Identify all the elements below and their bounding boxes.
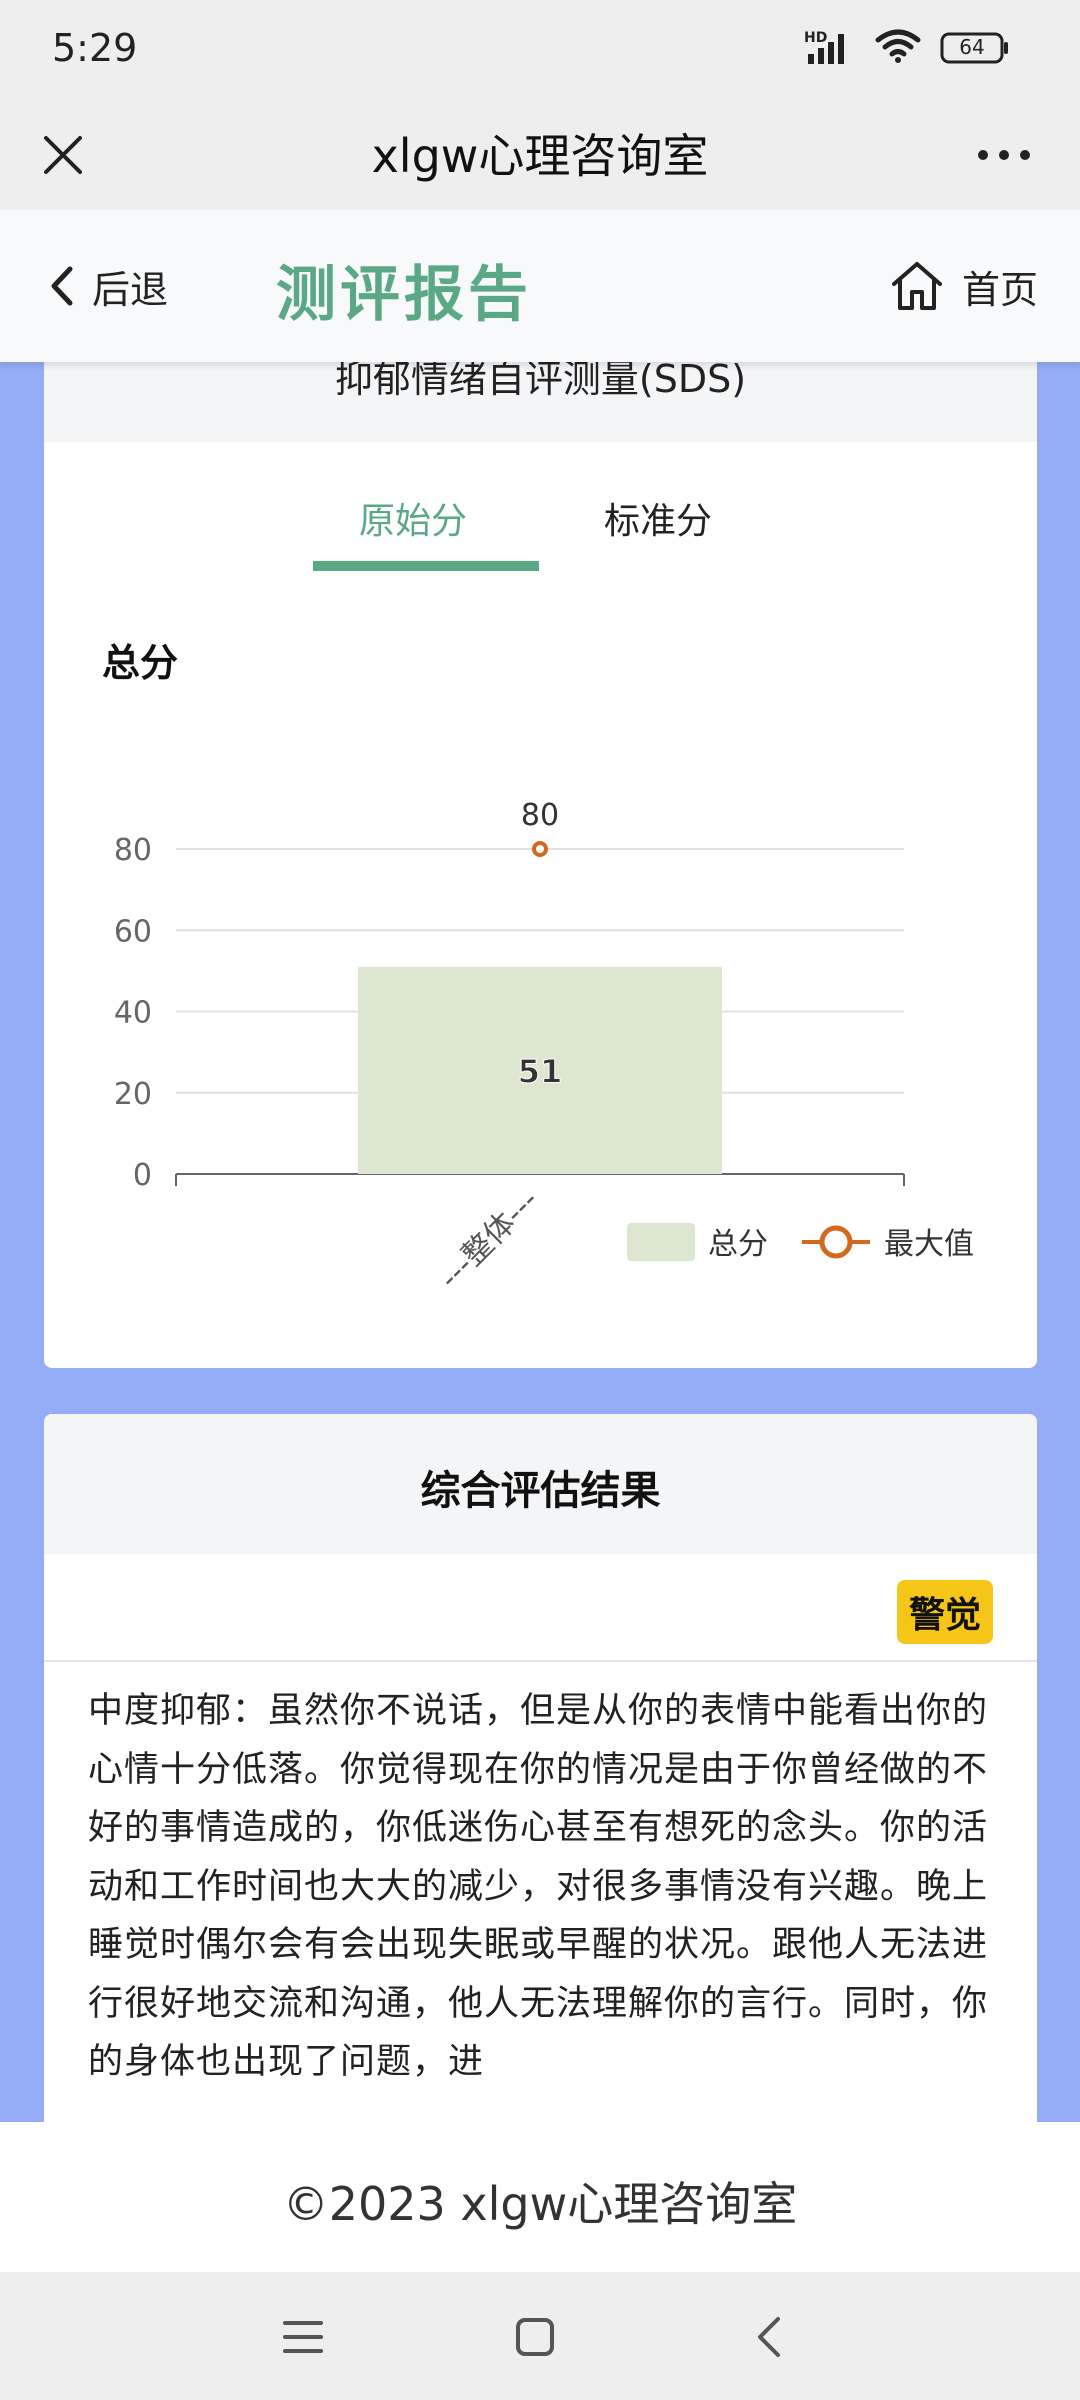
back-label: 后退 bbox=[92, 267, 169, 312]
wifi-icon bbox=[874, 28, 922, 68]
hd-label: HD bbox=[804, 30, 828, 46]
home-nav-button[interactable] bbox=[500, 2302, 570, 2372]
window-title: xlgw心理咨询室 bbox=[371, 129, 709, 183]
point-value-label: 80 bbox=[521, 798, 559, 833]
copyright-text: ©2023 xlgw心理咨询室 bbox=[282, 2177, 798, 2231]
system-nav-bar bbox=[0, 2272, 1080, 2400]
battery-level: 64 bbox=[959, 35, 985, 59]
page-content[interactable]: 抑郁情绪自评测量(SDS) 原始分 标准分 总分 0 20 40 60 80 51 80… bbox=[0, 362, 1080, 2122]
bar-value-label: 51 bbox=[518, 1052, 563, 1090]
legend-swatch-bar bbox=[627, 1223, 695, 1261]
y-tick-label: 0 bbox=[133, 1158, 152, 1193]
menu-icon bbox=[283, 2321, 323, 2353]
chevron-left-icon bbox=[51, 266, 73, 306]
chart-y-ticks: 0 20 40 60 80 bbox=[114, 833, 152, 1193]
chart-legend: 总分 最大值 bbox=[627, 1223, 974, 1262]
divider bbox=[44, 1660, 1037, 1662]
legend-label-max: 最大值 bbox=[884, 1227, 974, 1262]
status-time: 5:29 bbox=[52, 26, 138, 70]
footer: ©2023 xlgw心理咨询室 bbox=[0, 2122, 1080, 2272]
app-header: 后退 测评报告 首页 bbox=[0, 210, 1080, 362]
result-title: 综合评估结果 bbox=[420, 1468, 661, 1514]
chart-bars: 51 bbox=[358, 966, 722, 1174]
max-point bbox=[532, 841, 548, 857]
menu-button[interactable] bbox=[268, 2302, 338, 2372]
result-card: 综合评估结果 警觉 中度抑郁：虽然你不说话，但是从你的表情中能看出你的心情十分低… bbox=[44, 1414, 1037, 2122]
legend-label-total: 总分 bbox=[708, 1227, 768, 1262]
status-icons: HD 64 bbox=[804, 28, 1010, 68]
legend-marker-max bbox=[819, 1225, 853, 1259]
y-tick-label: 20 bbox=[114, 1077, 152, 1112]
back-nav-button[interactable] bbox=[734, 2302, 804, 2372]
y-tick-label: 80 bbox=[114, 833, 152, 868]
home-label: 首页 bbox=[961, 267, 1038, 312]
y-tick-label: 40 bbox=[114, 996, 152, 1031]
more-icon bbox=[978, 150, 1030, 160]
score-card: 抑郁情绪自评测量(SDS) 原始分 标准分 总分 0 20 40 60 80 51 80… bbox=[44, 362, 1037, 1368]
back-button[interactable]: 后退 bbox=[48, 250, 168, 322]
result-description: 中度抑郁：虽然你不说话，但是从你的表情中能看出你的心情十分低落。你觉得现在你的情… bbox=[88, 1691, 989, 2082]
home-icon bbox=[891, 262, 942, 310]
chart-x-labels: ---整体--- bbox=[433, 1183, 546, 1296]
page-title: 测评报告 bbox=[276, 260, 532, 330]
result-card-header: 综合评估结果 bbox=[44, 1414, 1037, 1554]
back-arrow-icon bbox=[758, 2317, 780, 2357]
total-score-chart: 0 20 40 60 80 51 80 ---整体--- 总分 最大值 bbox=[114, 798, 974, 1296]
battery-icon: 64 bbox=[940, 31, 1010, 65]
title-bar: xlgw心理咨询室 bbox=[0, 100, 1080, 210]
status-bar: 5:29 HD 64 bbox=[0, 0, 1080, 100]
y-tick-label: 60 bbox=[114, 914, 152, 949]
signal-icon: HD bbox=[804, 30, 856, 66]
x-tick-label: ---整体--- bbox=[433, 1183, 546, 1296]
square-icon bbox=[516, 2318, 554, 2356]
more-button[interactable] bbox=[964, 122, 1044, 188]
status-badge: 警觉 bbox=[896, 1580, 993, 1644]
chart-points: 80 bbox=[521, 798, 559, 857]
home-button[interactable]: 首页 bbox=[890, 250, 1038, 322]
